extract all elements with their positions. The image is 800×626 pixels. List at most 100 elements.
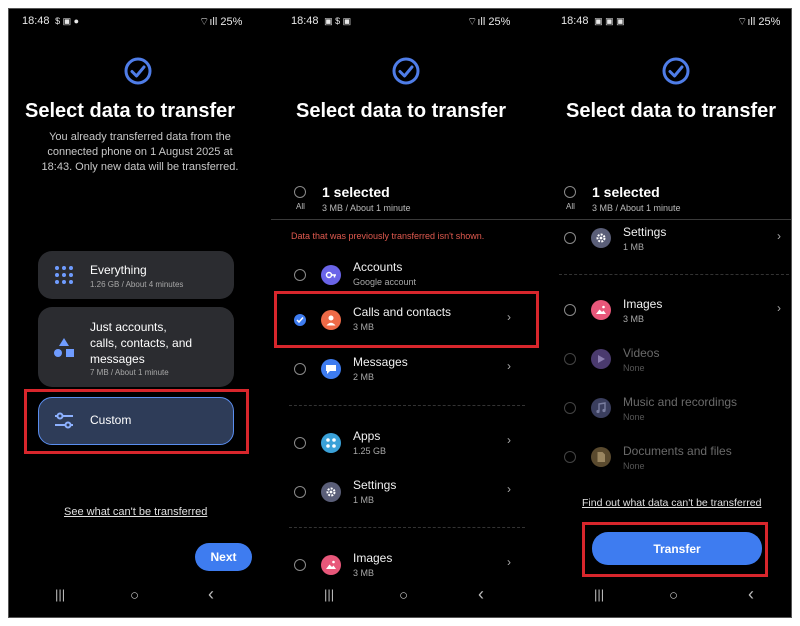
home-button[interactable]: ○ [130, 587, 139, 604]
list-item-images[interactable]: Images 3 MB › [271, 547, 541, 587]
chevron-right-icon[interactable]: › [507, 359, 511, 373]
all-label: All [566, 202, 575, 211]
signal-icon: ıll [209, 16, 218, 28]
recents-button[interactable]: ||| [594, 587, 604, 602]
option-sub: 1.26 GB / About 4 minutes [90, 280, 184, 289]
list-item-calls-and-contacts[interactable]: Calls and contacts 3 MB › [271, 301, 541, 341]
list-item-apps[interactable]: Apps 1.25 GB › [271, 425, 541, 465]
status-right: ⌔ıll 25% [737, 15, 780, 29]
see-what-cant-be-transferred-link[interactable]: See what can't be transferred [64, 506, 207, 518]
option-custom[interactable]: Custom [38, 397, 234, 445]
item-title: Videos [623, 346, 660, 360]
image-icon [321, 555, 341, 575]
status-time: 18:48 [291, 15, 319, 27]
item-checkbox-disabled [564, 451, 576, 463]
transfer-button[interactable]: Transfer [592, 532, 762, 565]
select-all-checkbox[interactable] [564, 186, 576, 198]
home-button[interactable]: ○ [399, 587, 408, 604]
gear-icon [591, 228, 611, 248]
status-bar: 18:48 ▣ ▣ ▣ [561, 15, 625, 27]
list-item-messages[interactable]: Messages 2 MB › [271, 351, 541, 391]
item-sub: 1 MB [623, 242, 645, 252]
item-sub: None [623, 461, 645, 471]
status-right: ⌔ıll 25% [467, 15, 510, 29]
selected-count: 1 selected [592, 184, 660, 200]
selected-count: 1 selected [322, 184, 390, 200]
apps-grid-icon [54, 265, 74, 290]
chevron-right-icon[interactable]: › [777, 301, 781, 315]
item-title: Settings [353, 478, 397, 492]
item-title: Images [353, 551, 393, 565]
page-title: Select data to transfer [296, 100, 507, 122]
item-checkbox[interactable] [294, 269, 306, 281]
notification-icons: ▣ $ ▣ [321, 16, 352, 26]
check-circle-icon [662, 57, 690, 90]
next-button[interactable]: Next [195, 543, 252, 571]
subtitle-line: 18:43. Only new data will be transferred… [41, 161, 239, 173]
find-out-what-cant-be-transferred-link[interactable]: Find out what data can't be transferred [582, 497, 761, 509]
item-title: Settings [623, 225, 667, 239]
music-icon [591, 398, 611, 418]
play-icon [591, 349, 611, 369]
person-icon [321, 310, 341, 330]
wifi-icon: ⌔ [467, 16, 478, 28]
divider [271, 219, 541, 220]
list-item-images[interactable]: Images 3 MB › [541, 295, 791, 335]
option-title: Everything [90, 263, 147, 277]
back-button[interactable]: ‹ [208, 584, 214, 605]
item-checkbox[interactable] [294, 486, 306, 498]
subtitle-line: You already transferred data from the [49, 131, 231, 143]
chevron-right-icon[interactable]: › [777, 229, 781, 243]
recents-button[interactable]: ||| [324, 587, 334, 602]
item-sub: None [623, 363, 645, 373]
option-title-line: Just accounts, [90, 320, 167, 334]
item-title: Calls and contacts [353, 305, 452, 319]
wifi-icon: ⌔ [199, 16, 210, 28]
chevron-right-icon[interactable]: › [507, 555, 511, 569]
option-everything[interactable]: Everything 1.26 GB / About 4 minutes [38, 251, 234, 299]
item-checkbox-checked[interactable] [294, 314, 306, 326]
status-bar: 18:48 ▣ $ ▣ [291, 15, 351, 27]
item-sub: None [623, 412, 645, 422]
item-title: Documents and files [623, 444, 732, 458]
item-checkbox[interactable] [294, 363, 306, 375]
item-sub: Google account [353, 277, 417, 287]
option-title-line: messages [90, 352, 145, 366]
back-button[interactable]: ‹ [748, 584, 754, 605]
item-checkbox[interactable] [294, 559, 306, 571]
section-divider [289, 527, 525, 528]
check-circle-icon [392, 57, 420, 90]
subtitle-line: connected phone on 1 August 2025 at [47, 146, 233, 158]
recents-button[interactable]: ||| [55, 587, 65, 602]
list-item-music-and-recordings: Music and recordings None [541, 393, 791, 433]
check-circle-icon [124, 57, 152, 90]
back-button[interactable]: ‹ [478, 584, 484, 605]
list-item-documents-and-files: Documents and files None [541, 442, 791, 482]
chevron-right-icon[interactable]: › [507, 433, 511, 447]
apps-grid-icon [321, 433, 341, 453]
list-item-settings[interactable]: Settings 1 MB › [271, 474, 541, 514]
signal-icon: ıll [747, 16, 756, 28]
item-title: Music and recordings [623, 395, 738, 409]
item-title: Messages [353, 355, 408, 369]
option-title-line: calls, contacts, and [90, 336, 193, 350]
item-sub: 2 MB [353, 372, 375, 382]
option-title: Custom [90, 413, 132, 427]
list-item-accounts[interactable]: Accounts Google account [271, 255, 541, 295]
item-checkbox[interactable] [564, 232, 576, 244]
select-all-checkbox[interactable] [294, 186, 306, 198]
item-checkbox[interactable] [564, 304, 576, 316]
signal-icon: ıll [477, 16, 486, 28]
option-title: Just accounts, calls, contacts, and mess… [90, 319, 192, 367]
home-button[interactable]: ○ [669, 587, 678, 604]
image-icon [591, 300, 611, 320]
option-accounts-calls-messages[interactable]: Just accounts, calls, contacts, and mess… [38, 307, 234, 387]
previously-transferred-notice: Data that was previously transferred isn… [291, 231, 485, 241]
item-checkbox[interactable] [294, 437, 306, 449]
chevron-right-icon[interactable]: › [507, 310, 511, 324]
panel-select-items: 18:48 ▣ $ ▣ ⌔ıll 25% Select data to tran… [271, 9, 541, 617]
list-item-settings[interactable]: Settings 1 MB › [541, 223, 791, 263]
subtitle: You already transferred data from the co… [19, 130, 261, 175]
chevron-right-icon[interactable]: › [507, 482, 511, 496]
notification-icons: ▣ ▣ ▣ [591, 16, 625, 26]
